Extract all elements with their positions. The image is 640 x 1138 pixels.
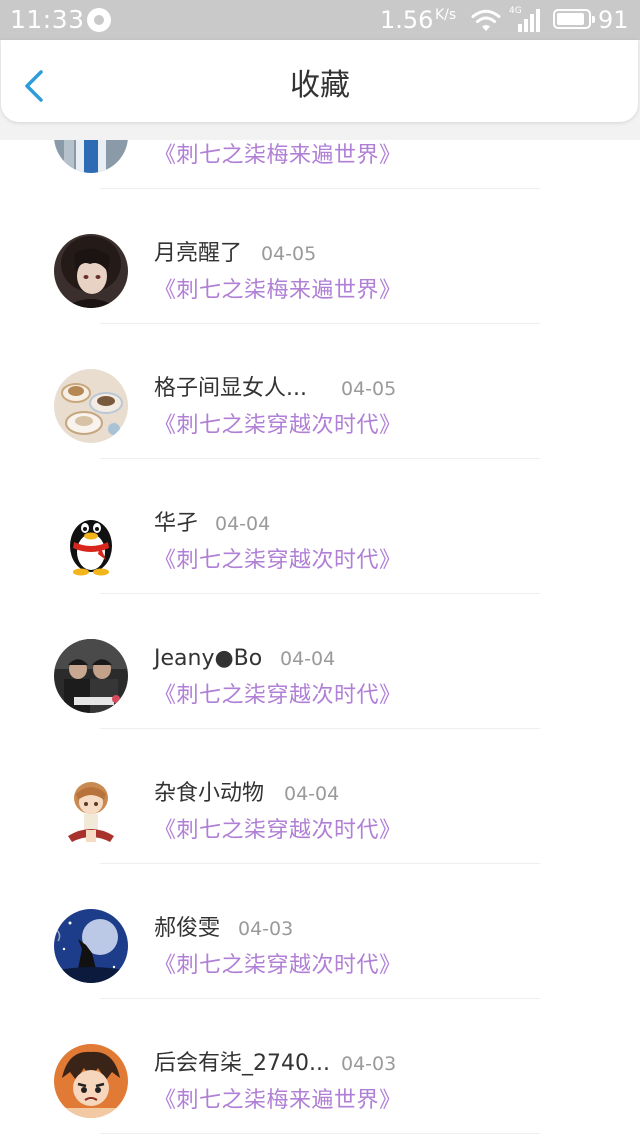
user-name[interactable]: 杂食小动物 xyxy=(154,779,264,809)
post-date: 04-03 xyxy=(238,918,294,940)
battery-level: 91 xyxy=(598,6,629,34)
user-name[interactable]: Jeany●Bo xyxy=(154,644,262,674)
avatar[interactable] xyxy=(54,909,128,983)
avatar[interactable] xyxy=(54,234,128,308)
post-title[interactable]: 《刺七之柒梅来遍世界》 xyxy=(154,141,402,171)
favorites-page: 11:33 1.56 K/s 4G 91 收藏 《刺七之柒梅来遍世界》 月亮醒了… xyxy=(0,0,640,1138)
list-item[interactable]: 杂食小动物 04-04 《刺七之柒穿越次时代》 xyxy=(0,729,640,864)
back-button[interactable] xyxy=(14,64,54,108)
post-date: 04-03 xyxy=(341,1053,397,1075)
user-name[interactable]: 郝俊雯 xyxy=(154,914,220,944)
anime-girl-avatar-icon xyxy=(54,234,128,308)
status-time: 11:33 xyxy=(10,5,85,34)
post-title[interactable]: 《刺七之柒穿越次时代》 xyxy=(154,546,402,576)
post-date: 04-05 xyxy=(261,243,317,265)
network-speed-unit: K/s xyxy=(435,7,457,23)
wolf-moon-avatar-icon xyxy=(54,909,128,983)
user-name[interactable]: 格子间显女人... xyxy=(154,374,307,404)
post-title[interactable]: 《刺七之柒梅来遍世界》 xyxy=(154,1086,402,1116)
qq-penguin-icon xyxy=(54,504,128,578)
user-name[interactable]: 月亮醒了 xyxy=(154,239,242,269)
group-photo-avatar-icon xyxy=(54,639,128,713)
post-title[interactable]: 《刺七之柒穿越次时代》 xyxy=(154,951,402,981)
favorites-list: 《刺七之柒梅来遍世界》 月亮醒了 04-05 《刺七之柒梅来遍世界》 格子间显女… xyxy=(0,140,640,1134)
user-name[interactable]: 后会有柒_2740... xyxy=(154,1049,330,1079)
anime-boy-avatar-icon xyxy=(54,1044,128,1118)
network-speed: 1.56 xyxy=(380,6,434,34)
post-title[interactable]: 《刺七之柒穿越次时代》 xyxy=(154,411,402,441)
battery-icon xyxy=(553,9,595,29)
avatar[interactable] xyxy=(54,639,128,713)
list-item[interactable]: 月亮醒了 04-05 《刺七之柒梅来遍世界》 xyxy=(0,189,640,324)
avatar[interactable] xyxy=(54,774,128,848)
chibi-girl-avatar-icon xyxy=(54,774,128,848)
avatar[interactable] xyxy=(54,369,128,443)
post-date: 04-04 xyxy=(215,513,271,535)
avatar[interactable] xyxy=(54,140,128,173)
post-title[interactable]: 《刺七之柒穿越次时代》 xyxy=(154,681,402,711)
post-date: 04-04 xyxy=(280,648,336,670)
tea-cups-avatar-icon xyxy=(54,369,128,443)
post-date: 04-05 xyxy=(341,378,397,400)
list-item[interactable]: 华孑 04-04 《刺七之柒穿越次时代》 xyxy=(0,459,640,594)
user-name[interactable]: 华孑 xyxy=(154,509,198,539)
list-item[interactable]: 格子间显女人... 04-05 《刺七之柒穿越次时代》 xyxy=(0,324,640,459)
signal-strength-icon xyxy=(518,9,540,32)
top-nav-bar xyxy=(1,40,638,122)
post-date: 04-04 xyxy=(284,783,340,805)
avatar[interactable] xyxy=(54,1044,128,1118)
post-title[interactable]: 《刺七之柒梅来遍世界》 xyxy=(154,276,402,306)
list-item[interactable]: 《刺七之柒梅来遍世界》 xyxy=(0,140,640,189)
favorites-list-viewport[interactable]: 《刺七之柒梅来遍世界》 月亮醒了 04-05 《刺七之柒梅来遍世界》 格子间显女… xyxy=(0,140,640,1138)
wifi-icon xyxy=(471,9,501,31)
list-item[interactable]: 后会有柒_2740... 04-03 《刺七之柒梅来遍世界》 xyxy=(0,999,640,1134)
battery-fill xyxy=(557,13,585,25)
person-avatar-icon xyxy=(54,140,128,173)
status-bar: 11:33 1.56 K/s 4G 91 xyxy=(0,0,640,40)
list-item[interactable]: 郝俊雯 04-03 《刺七之柒穿越次时代》 xyxy=(0,864,640,999)
avatar[interactable] xyxy=(54,504,128,578)
post-title[interactable]: 《刺七之柒穿越次时代》 xyxy=(154,816,402,846)
notification-app-icon xyxy=(87,8,111,32)
chevron-left-icon xyxy=(25,70,43,102)
list-item[interactable]: Jeany●Bo 04-04 《刺七之柒穿越次时代》 xyxy=(0,594,640,729)
